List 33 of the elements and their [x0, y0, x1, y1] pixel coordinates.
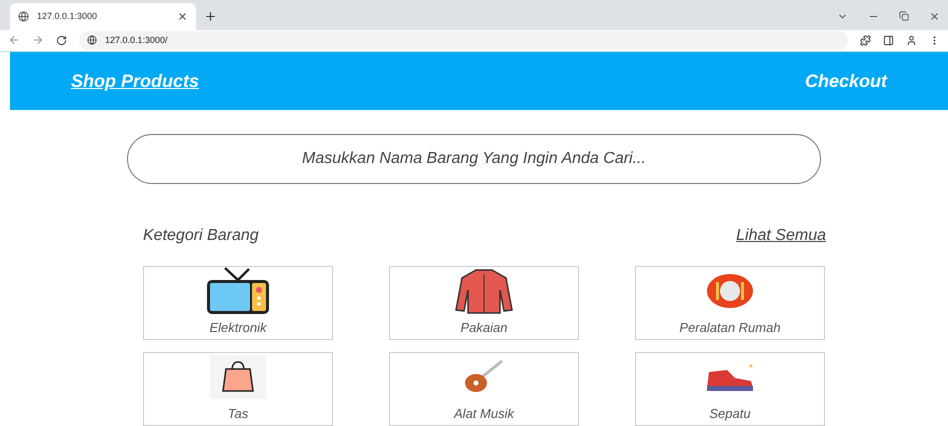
close-icon[interactable]: [177, 10, 188, 22]
category-label: Alat Musik: [454, 404, 514, 422]
shopping-bag-icon: [210, 355, 266, 400]
forward-icon[interactable]: [32, 34, 44, 46]
television-icon: [205, 266, 271, 316]
category-card[interactable]: Pakaian: [389, 266, 579, 340]
reload-icon[interactable]: [56, 34, 67, 46]
shirt-icon: [454, 268, 514, 314]
address-bar[interactable]: 127.0.0.1:3000/: [79, 30, 848, 50]
category-card[interactable]: Elektronik: [143, 266, 333, 340]
side-panel-icon[interactable]: [883, 34, 894, 46]
section-title: Ketegori Barang: [143, 226, 259, 246]
profile-icon[interactable]: [906, 34, 917, 46]
category-card[interactable]: Peralatan Rumah: [635, 266, 825, 340]
category-card[interactable]: Sepatu: [635, 352, 825, 426]
category-label: Pakaian: [460, 318, 508, 336]
plate-icon: [707, 274, 753, 308]
category-card[interactable]: Alat Musik: [389, 352, 579, 426]
category-card[interactable]: Tas: [143, 352, 333, 426]
tab-title: 127.0.0.1:3000: [37, 10, 98, 23]
browser-tab[interactable]: 127.0.0.1:3000: [10, 2, 196, 30]
category-label: Tas: [228, 404, 248, 422]
see-all-link[interactable]: Lihat Semua: [736, 224, 826, 248]
category-label: Sepatu: [709, 404, 751, 423]
category-label: Peralatan Rumah: [679, 318, 781, 336]
new-tab-icon[interactable]: [204, 10, 217, 23]
close-window-icon[interactable]: [929, 10, 940, 22]
back-icon[interactable]: [8, 34, 20, 46]
category-label: Elektronik: [209, 318, 267, 336]
globe-icon: [18, 10, 29, 22]
restore-icon[interactable]: [899, 11, 909, 22]
extensions-icon[interactable]: [860, 34, 871, 46]
search-field[interactable]: Masukkan Nama Barang Yang Ingin Anda Cari...: [127, 134, 821, 184]
